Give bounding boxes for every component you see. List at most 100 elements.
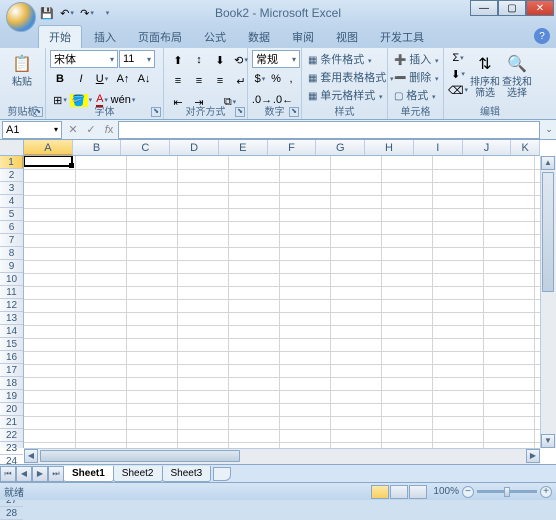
select-all-corner[interactable] [0,140,24,156]
fill-button[interactable]: ⬇▾ [448,66,468,82]
align-center-button[interactable]: ≡ [189,71,209,91]
zoom-out-button[interactable]: − [462,486,474,498]
align-bottom-button[interactable]: ⬇ [210,50,230,70]
row-header-3[interactable]: 3 [0,182,23,195]
col-header-B[interactable]: B [73,140,122,155]
col-header-A[interactable]: A [24,140,73,155]
formula-input[interactable] [118,121,540,139]
cell-styles-button[interactable]: ▦ 单元格样式 ▾ [306,86,396,104]
font-name-combo[interactable]: 宋体▾ [50,50,118,68]
col-header-G[interactable]: G [316,140,365,155]
tab-开发工具[interactable]: 开发工具 [370,26,434,48]
font-dialog-icon[interactable]: ⬊ [151,107,161,117]
enter-formula-icon[interactable]: ✓ [82,121,100,139]
row-header-14[interactable]: 14 [0,325,23,338]
font-size-combo[interactable]: 11▾ [119,50,155,68]
sheet-tab-Sheet3[interactable]: Sheet3 [162,466,212,482]
scroll-down-icon[interactable]: ▼ [541,434,555,448]
expand-formula-bar-icon[interactable]: ⌄ [542,124,556,135]
tab-数据[interactable]: 数据 [238,26,280,48]
sheet-prev-icon[interactable]: ◀ [16,466,32,482]
cancel-formula-icon[interactable]: ✕ [64,121,82,139]
insert-function-icon[interactable]: fx [100,121,118,139]
align-top-button[interactable]: ⬆ [168,50,188,70]
maximize-button[interactable]: ▢ [498,0,526,16]
row-header-10[interactable]: 10 [0,273,23,286]
zoom-thumb[interactable] [504,487,510,497]
col-header-C[interactable]: C [121,140,170,155]
hscroll-thumb[interactable] [40,450,240,462]
col-header-D[interactable]: D [170,140,219,155]
col-header-K[interactable]: K [511,140,540,155]
comma-button[interactable]: , [284,69,298,89]
number-format-combo[interactable]: 常规▾ [252,50,300,68]
row-header-9[interactable]: 9 [0,260,23,273]
zoom-slider[interactable] [477,490,537,493]
delete-cells-button[interactable]: ➖ 删除 ▾ [392,68,441,86]
percent-button[interactable]: % [269,69,283,89]
row-header-4[interactable]: 4 [0,195,23,208]
increase-font-button[interactable]: A↑ [113,69,133,89]
number-dialog-icon[interactable]: ⬊ [289,107,299,117]
tab-视图[interactable]: 视图 [326,26,368,48]
sheet-tab-Sheet2[interactable]: Sheet2 [113,466,163,482]
autosum-button[interactable]: Σ▾ [448,50,468,66]
help-icon[interactable]: ? [534,28,550,44]
align-right-button[interactable]: ≡ [210,71,230,91]
row-header-21[interactable]: 21 [0,416,23,429]
sheet-next-icon[interactable]: ▶ [32,466,48,482]
col-header-H[interactable]: H [365,140,414,155]
conditional-format-button[interactable]: ▦ 条件格式 ▾ [306,50,396,68]
sheet-first-icon[interactable]: ⏮ [0,466,16,482]
row-header-18[interactable]: 18 [0,377,23,390]
row-header-22[interactable]: 22 [0,429,23,442]
tab-公式[interactable]: 公式 [194,26,236,48]
col-header-I[interactable]: I [414,140,463,155]
redo-icon[interactable]: ↷▾ [78,4,96,22]
minimize-button[interactable]: — [470,0,498,16]
normal-view-button[interactable] [371,485,389,499]
col-header-E[interactable]: E [219,140,268,155]
sort-filter-button[interactable]: ⇅ 排序和 筛选 [470,50,500,99]
save-icon[interactable]: 💾 [38,4,56,22]
paste-button[interactable]: 📋 粘贴 [4,50,40,88]
cells-area[interactable] [24,156,540,448]
scroll-right-icon[interactable]: ▶ [526,449,540,463]
tab-页面布局[interactable]: 页面布局 [128,26,192,48]
scroll-up-icon[interactable]: ▲ [541,156,555,170]
vscroll-thumb[interactable] [542,172,554,292]
currency-button[interactable]: $▾ [252,69,268,89]
page-break-view-button[interactable] [409,485,427,499]
row-header-19[interactable]: 19 [0,390,23,403]
align-dialog-icon[interactable]: ⬊ [235,107,245,117]
row-header-17[interactable]: 17 [0,364,23,377]
insert-cells-button[interactable]: ➕ 插入 ▾ [392,50,441,68]
row-header-11[interactable]: 11 [0,286,23,299]
horizontal-scrollbar[interactable]: ◀ ▶ [24,448,540,464]
clipboard-dialog-icon[interactable]: ⬊ [33,107,43,117]
row-header-8[interactable]: 8 [0,247,23,260]
col-header-F[interactable]: F [268,140,317,155]
align-middle-button[interactable]: ↕ [189,50,209,70]
underline-button[interactable]: U▾ [92,69,112,89]
tab-开始[interactable]: 开始 [38,25,82,48]
active-cell[interactable] [24,156,73,167]
row-header-15[interactable]: 15 [0,338,23,351]
row-header-23[interactable]: 23 [0,442,23,455]
align-left-button[interactable]: ≡ [168,71,188,91]
vertical-scrollbar[interactable]: ▲ ▼ [540,156,556,448]
row-header-28[interactable]: 28 [0,507,23,520]
qat-customize-icon[interactable]: ▾ [98,4,116,22]
name-box[interactable]: A1▾ [2,121,62,139]
scroll-left-icon[interactable]: ◀ [24,449,38,463]
format-cells-button[interactable]: ▢ 格式 ▾ [392,86,441,104]
tab-审阅[interactable]: 审阅 [282,26,324,48]
italic-button[interactable]: I [71,69,91,89]
zoom-percent[interactable]: 100% [433,486,459,497]
find-select-button[interactable]: 🔍 查找和 选择 [502,50,532,99]
page-layout-view-button[interactable] [390,485,408,499]
row-header-20[interactable]: 20 [0,403,23,416]
format-as-table-button[interactable]: ▦ 套用表格格式 ▾ [306,68,396,86]
row-header-16[interactable]: 16 [0,351,23,364]
row-header-6[interactable]: 6 [0,221,23,234]
